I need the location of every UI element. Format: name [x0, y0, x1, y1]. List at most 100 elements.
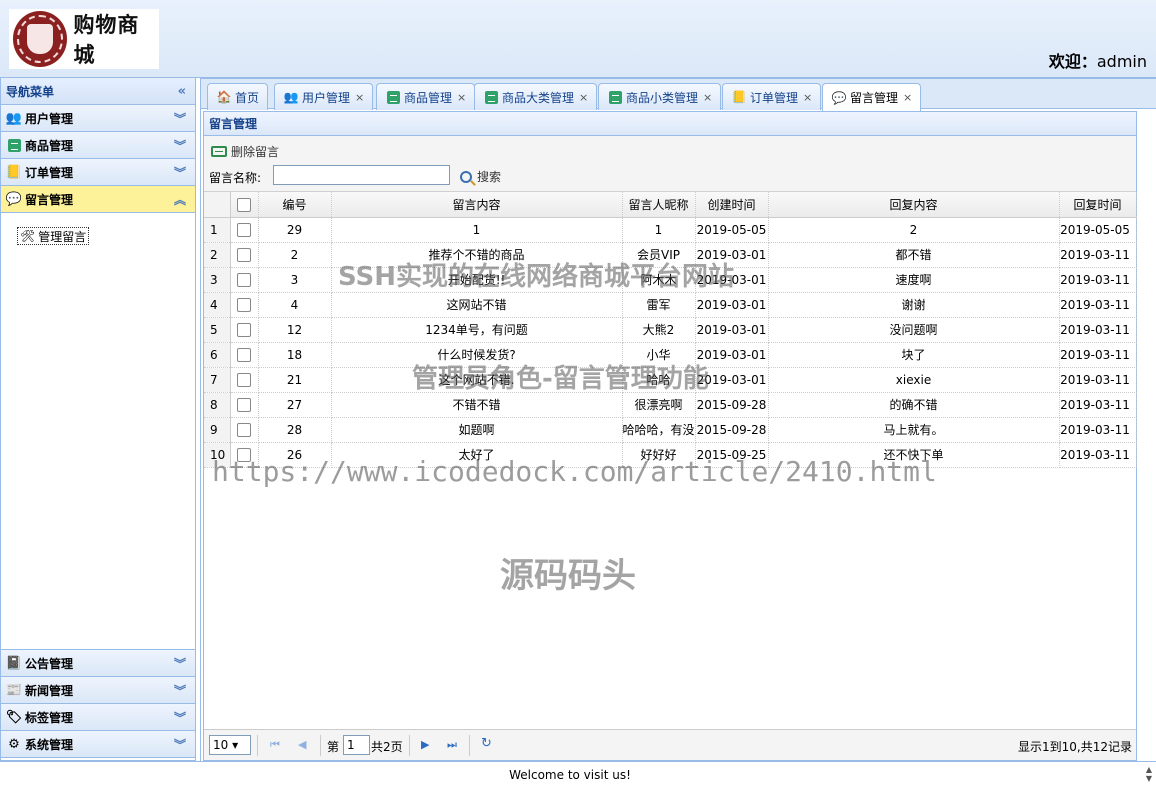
- close-icon[interactable]: ×: [457, 91, 466, 104]
- close-icon[interactable]: ×: [803, 91, 812, 104]
- chevron-down-icon[interactable]: ︾: [174, 137, 186, 154]
- close-icon[interactable]: ×: [355, 91, 364, 104]
- sidebar-section-notices[interactable]: 📓 公告管理 ︾: [1, 650, 195, 677]
- chevron-down-icon[interactable]: ︾: [174, 709, 186, 726]
- row-checkbox[interactable]: [237, 222, 251, 237]
- tab-messages[interactable]: 💬 留言管理 ×: [822, 83, 922, 111]
- cell-content: 推荐个不错的商品: [331, 242, 623, 268]
- close-icon[interactable]: ×: [579, 91, 588, 104]
- cell-reply-time: 2019-05-05: [1059, 217, 1137, 243]
- delete-message-button[interactable]: 删除留言: [211, 143, 279, 160]
- table-row[interactable]: 2 2 推荐个不错的商品 会员VIP 2019-03-01 都不错 2019-03-11: [204, 242, 1137, 268]
- cell-created: 2019-03-01: [695, 242, 769, 268]
- row-checkbox-cell[interactable]: [230, 217, 259, 243]
- search-button[interactable]: 搜索: [460, 168, 501, 185]
- prev-page-icon[interactable]: ◀: [298, 738, 306, 751]
- table-row[interactable]: 3 3 开始配货!! 阿木木 2019-03-01 速度啊 2019-03-11: [204, 267, 1137, 293]
- close-icon[interactable]: ×: [903, 91, 912, 104]
- row-checkbox-cell[interactable]: [230, 342, 259, 368]
- row-checkbox[interactable]: [237, 247, 251, 262]
- tab-home[interactable]: 🏠 首页: [207, 83, 269, 110]
- cell-reply: 马上就有。: [768, 417, 1060, 443]
- table-row[interactable]: 1 29 1 1 2019-05-05 2 2019-05-05: [204, 217, 1137, 243]
- column-header-content[interactable]: 留言内容: [331, 192, 623, 218]
- chevron-up-icon[interactable]: ︽: [174, 191, 186, 208]
- table-row[interactable]: 7 21 这个网站不错. 哈哈 2019-03-01 xiexie 2019-03-11: [204, 367, 1137, 393]
- row-checkbox-cell[interactable]: [230, 292, 259, 318]
- row-checkbox[interactable]: [237, 347, 251, 362]
- page-total: 共2页: [371, 740, 403, 754]
- row-checkbox[interactable]: [237, 397, 251, 412]
- close-icon[interactable]: ×: [703, 91, 712, 104]
- row-checkbox-cell[interactable]: [230, 442, 259, 468]
- search-input[interactable]: [273, 165, 450, 185]
- cell-created: 2015-09-28: [695, 417, 769, 443]
- column-header-id[interactable]: 编号: [258, 192, 332, 218]
- table-row[interactable]: 9 28 如题啊 哈哈哈，有没 2015-09-28 马上就有。 2019-03-11: [204, 417, 1137, 443]
- row-checkbox-cell[interactable]: [230, 317, 259, 343]
- column-header-reply[interactable]: 回复内容: [768, 192, 1060, 218]
- page-size-select[interactable]: 10 ▾: [209, 735, 251, 755]
- chevron-down-icon[interactable]: ︾: [174, 736, 186, 753]
- cell-nickname: 很漂亮啊: [622, 392, 696, 418]
- table-row[interactable]: 4 4 这网站不错 雷军 2019-03-01 谢谢 2019-03-11: [204, 292, 1137, 318]
- sidebar: 导航菜单 « 👥 用户管理 ︾ 商品管理 ︾ 📒 订单管理 ︾ 💬 留言管理 ︽…: [0, 78, 196, 761]
- chevron-down-icon[interactable]: ︾: [174, 655, 186, 672]
- column-header-created[interactable]: 创建时间: [695, 192, 769, 218]
- sidebar-section-tags[interactable]: 🏷 标签管理 ︾: [1, 704, 195, 731]
- select-all-checkbox-cell[interactable]: [230, 192, 259, 218]
- app-header: 购物商城 欢迎：admin: [0, 0, 1156, 78]
- sidebar-item-manage-messages[interactable]: 🛠 管理留言: [17, 227, 90, 245]
- tab-label: 订单管理: [750, 90, 799, 105]
- tab-orders[interactable]: 📒 订单管理 ×: [722, 83, 822, 110]
- sidebar-section-orders[interactable]: 📒 订单管理 ︾: [1, 159, 195, 186]
- column-header-reply-time[interactable]: 回复时间: [1059, 192, 1137, 218]
- tab-users[interactable]: 👥 用户管理 ×: [274, 83, 374, 110]
- table-row[interactable]: 5 12 1234单号，有问题 大熊2 2019-03-01 没问题啊 2019-03-11: [204, 317, 1137, 343]
- row-checkbox-cell[interactable]: [230, 392, 259, 418]
- row-checkbox[interactable]: [237, 372, 251, 387]
- row-checkbox[interactable]: [237, 272, 251, 287]
- next-page-icon[interactable]: ▶: [421, 738, 429, 751]
- sidebar-section-news[interactable]: 📰 新闻管理 ︾: [1, 677, 195, 704]
- page-prefix: 第: [327, 740, 340, 754]
- cell-created: 2019-03-01: [695, 292, 769, 318]
- welcome-label: 欢迎：: [1048, 52, 1097, 71]
- cell-reply-time: 2019-03-11: [1059, 342, 1137, 368]
- row-checkbox[interactable]: [237, 322, 251, 337]
- chevron-down-icon[interactable]: ︾: [174, 164, 186, 181]
- row-checkbox[interactable]: [237, 422, 251, 437]
- row-checkbox[interactable]: [237, 447, 251, 462]
- table-row[interactable]: 6 18 什么时候发货? 小华 2019-03-01 块了 2019-03-11: [204, 342, 1137, 368]
- cell-reply: 还不快下单: [768, 442, 1060, 468]
- sidebar-section-products[interactable]: 商品管理 ︾: [1, 132, 195, 159]
- column-header-nickname[interactable]: 留言人昵称: [622, 192, 696, 218]
- search-label: 留言名称:: [209, 171, 262, 185]
- cell-content: 太好了: [331, 442, 623, 468]
- sidebar-section-system[interactable]: ⚙ 系统管理 ︾: [1, 731, 195, 758]
- page-number-input[interactable]: 1: [343, 735, 370, 755]
- row-checkbox-cell[interactable]: [230, 417, 259, 443]
- refresh-icon[interactable]: ↻: [481, 736, 492, 751]
- last-page-icon[interactable]: ⏭: [447, 738, 457, 752]
- tab-product-subcategories[interactable]: 商品小类管理 ×: [598, 83, 722, 110]
- chevron-down-icon[interactable]: ︾: [174, 682, 186, 699]
- table-row[interactable]: 8 27 不错不错 很漂亮啊 2015-09-28 的确不错 2019-03-11: [204, 392, 1137, 418]
- first-page-icon[interactable]: ⏮: [270, 738, 280, 752]
- tab-product-categories[interactable]: 商品大类管理 ×: [474, 83, 598, 110]
- sidebar-section-users[interactable]: 👥 用户管理 ︾: [1, 105, 195, 132]
- messages-table: 编号 留言内容 留言人昵称 创建时间 回复内容 回复时间 1 29 1 1 2019-0…: [204, 192, 1137, 468]
- footer-scroll-arrows-icon[interactable]: ▲ ▼: [1146, 765, 1152, 783]
- tab-products[interactable]: 商品管理 ×: [376, 83, 476, 110]
- row-checkbox-cell[interactable]: [230, 267, 259, 293]
- collapse-sidebar-icon[interactable]: «: [178, 84, 186, 99]
- row-checkbox[interactable]: [237, 297, 251, 312]
- row-number: 3: [204, 267, 231, 293]
- sidebar-section-messages[interactable]: 💬 留言管理 ︽: [1, 186, 195, 213]
- table-row[interactable]: 10 26 太好了 好好好 2015-09-25 还不快下单 2019-03-11: [204, 442, 1137, 468]
- chevron-down-icon[interactable]: ︾: [174, 110, 186, 127]
- gear-icon: ⚙: [8, 736, 20, 752]
- select-all-checkbox[interactable]: [237, 197, 251, 212]
- row-checkbox-cell[interactable]: [230, 242, 259, 268]
- row-checkbox-cell[interactable]: [230, 367, 259, 393]
